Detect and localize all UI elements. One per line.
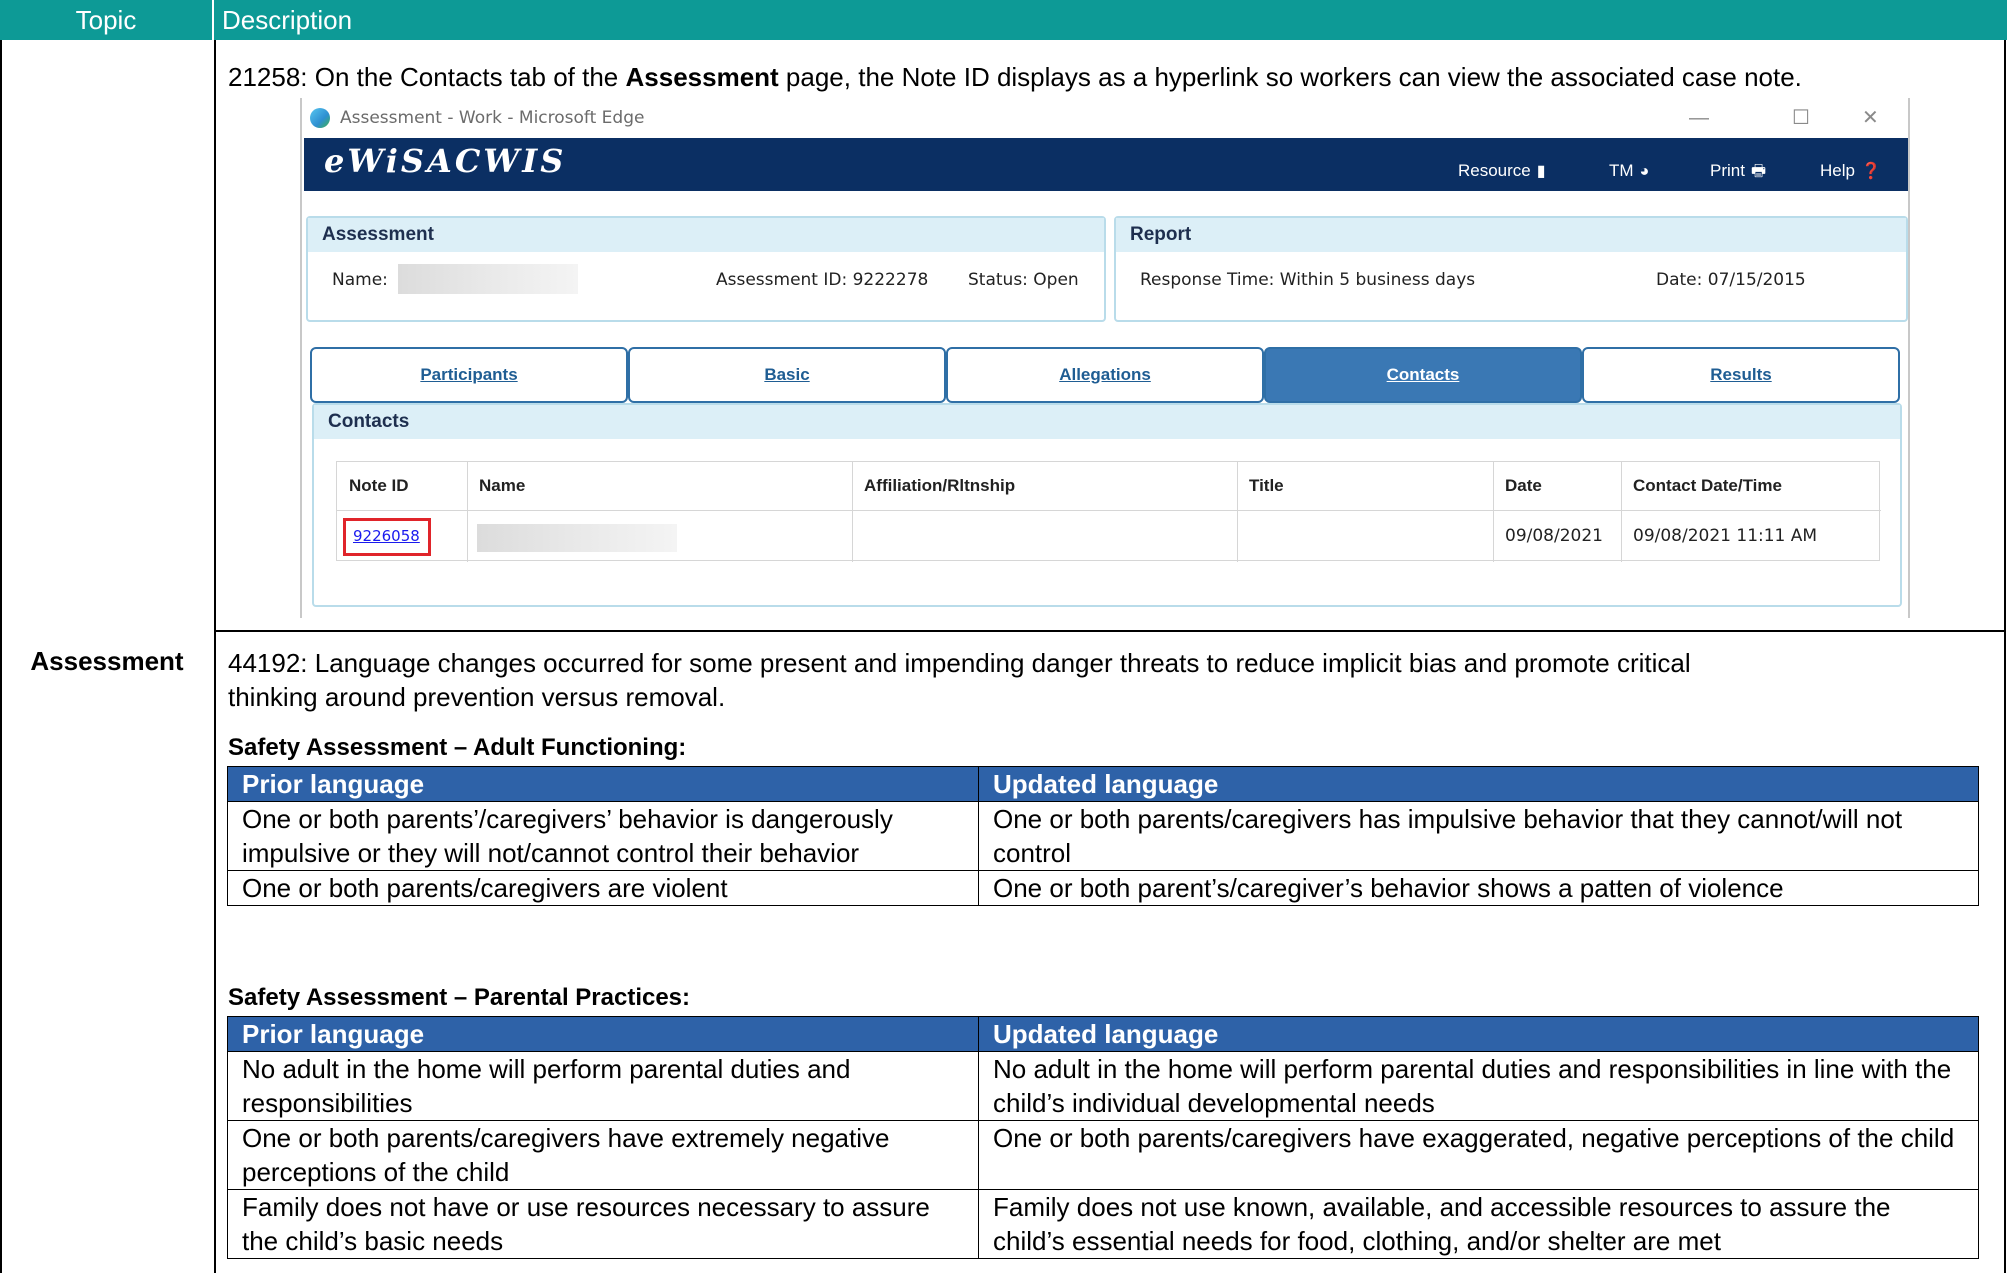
item-21258-suffix: page, the Note ID displays as a hyperlin… (778, 62, 1802, 92)
tab-results-label: Results (1710, 365, 1772, 384)
help-label: Help (1820, 161, 1855, 180)
item-21258-prefix: 21258: On the Contacts tab of the (228, 62, 626, 92)
edge-icon (310, 108, 330, 128)
prior-language-cell: One or both parents/caregivers have extr… (227, 1120, 979, 1190)
tab-basic[interactable]: Basic (628, 347, 946, 403)
col-note-id[interactable]: Note ID (337, 476, 409, 496)
tm-label: TM (1609, 161, 1634, 180)
tab-basic-label: Basic (764, 365, 810, 384)
assessment-id: Assessment ID: 9222278 (716, 270, 929, 290)
prior-language-cell: No adult in the home will perform parent… (227, 1051, 979, 1121)
tab-allegations[interactable]: Allegations (946, 347, 1264, 403)
printer-icon: 🖶 (1750, 163, 1767, 180)
contacts-panel: Contacts Note ID Name Affiliation/Rltnsh… (312, 403, 1902, 607)
report-panel: Report Response Time: Within 5 business … (1114, 216, 1908, 322)
resource-menu[interactable]: Resource ▮ (1458, 138, 1546, 205)
item-21258-description: 21258: On the Contacts tab of the Assess… (228, 60, 1802, 94)
close-icon[interactable]: ✕ (1862, 98, 1879, 138)
item-44192-line1: 44192: Language changes occurred for som… (228, 648, 1691, 678)
help-icon: ❓ (1860, 163, 1881, 180)
app-logo: eWiSACWIS (324, 142, 567, 180)
report-panel-title: Report (1116, 218, 1906, 252)
note-id-link[interactable]: 9226058 (353, 527, 420, 545)
adult-functioning-table: Prior language Updated language One or b… (227, 766, 1979, 906)
redacted-name (398, 264, 578, 294)
table-row: No adult in the home will perform parent… (227, 1051, 1979, 1121)
globe-icon: ◕ (1639, 163, 1650, 180)
right-border (2004, 40, 2006, 1273)
updated-language-cell: One or both parents/caregivers has impul… (978, 801, 1979, 871)
topic-column-header: Topic (0, 0, 214, 40)
col-name[interactable]: Name (467, 476, 525, 496)
parental-practices-heading: Safety Assessment – Parental Practices: (228, 984, 691, 1011)
name-label: Name: (332, 270, 388, 290)
minimize-icon[interactable]: — (1689, 98, 1709, 138)
resource-label: Resource (1458, 161, 1531, 180)
print-menu[interactable]: Print 🖶 (1710, 138, 1766, 205)
tab-results[interactable]: Results (1582, 347, 1900, 403)
maximize-icon[interactable]: ☐ (1792, 98, 1810, 138)
updated-language-header: Updated language (978, 766, 1979, 802)
row-divider (214, 630, 2006, 632)
col-title[interactable]: Title (1237, 476, 1284, 496)
table-header: Prior language Updated language (227, 766, 1979, 802)
redacted-contact-name (477, 524, 677, 552)
contacts-panel-title: Contacts (314, 405, 1900, 439)
column-divider (214, 40, 216, 1273)
assessment-panel: Assessment Name: Assessment ID: 9222278 … (306, 216, 1106, 322)
response-time: Response Time: Within 5 business days (1140, 270, 1476, 290)
topic-assessment-label: Assessment (30, 646, 184, 676)
tab-participants[interactable]: Participants (310, 347, 628, 403)
updated-language-cell: No adult in the home will perform parent… (978, 1051, 1979, 1121)
embedded-screenshot: Assessment - Work - Microsoft Edge — ☐ ✕… (300, 98, 1910, 618)
updated-language-cell: Family does not use known, available, an… (978, 1189, 1979, 1259)
report-date: Date: 07/15/2015 (1656, 270, 1806, 290)
col-date[interactable]: Date (1493, 476, 1542, 496)
app-header-bar: eWiSACWIS Resource ▮ TM ◕ Print 🖶 Help ❓ (304, 138, 1908, 191)
help-menu[interactable]: Help ❓ (1820, 138, 1881, 205)
assessment-panel-title: Assessment (308, 218, 1104, 252)
table-row: Family does not have or use resources ne… (227, 1189, 1979, 1259)
table-header: Prior language Updated language (227, 1016, 1979, 1052)
prior-language-cell: Family does not have or use resources ne… (227, 1189, 979, 1259)
prior-language-cell: One or both parents’/caregivers’ behavio… (227, 801, 979, 871)
table-row: One or both parents/caregivers are viole… (227, 870, 1979, 906)
updated-language-header: Updated language (978, 1016, 1979, 1052)
assessment-status: Status: Open (968, 270, 1079, 290)
tab-contacts-label: Contacts (1386, 365, 1460, 384)
parental-practices-table: Prior language Updated language No adult… (227, 1016, 1979, 1259)
adult-functioning-heading: Safety Assessment – Adult Functioning: (228, 734, 687, 761)
description-column-header: Description (222, 5, 353, 35)
item-44192-line2: thinking around prevention versus remova… (228, 682, 726, 712)
contacts-grid: Note ID Name Affiliation/Rltnship Title … (336, 461, 1881, 562)
row-contact-datetime: 09/08/2021 11:11 AM (1633, 526, 1818, 546)
tab-allegations-label: Allegations (1059, 365, 1151, 384)
prior-language-cell: One or both parents/caregivers are viole… (227, 870, 979, 906)
col-affiliation[interactable]: Affiliation/Rltnship (852, 476, 1015, 496)
col-contact-datetime[interactable]: Contact Date/Time (1621, 476, 1782, 496)
prior-language-header: Prior language (227, 766, 979, 802)
prior-language-header: Prior language (227, 1016, 979, 1052)
table-header-row: Topic Description (0, 0, 2007, 40)
row-date: 09/08/2021 (1505, 526, 1603, 546)
table-row: One or both parents/caregivers have extr… (227, 1120, 1979, 1190)
book-icon: ▮ (1536, 163, 1546, 180)
print-label: Print (1710, 161, 1745, 180)
updated-language-cell: One or both parents/caregivers have exag… (978, 1120, 1979, 1190)
tab-participants-label: Participants (420, 365, 518, 384)
table-row: One or both parents’/caregivers’ behavio… (227, 801, 1979, 871)
item-21258-bold: Assessment (625, 62, 779, 92)
tab-contacts[interactable]: Contacts (1264, 347, 1582, 403)
browser-titlebar: Assessment - Work - Microsoft Edge — ☐ ✕ (302, 98, 1908, 138)
window-title: Assessment - Work - Microsoft Edge (340, 108, 645, 128)
updated-language-cell: One or both parent’s/caregiver’s behavio… (978, 870, 1979, 906)
tm-menu[interactable]: TM ◕ (1609, 138, 1649, 205)
